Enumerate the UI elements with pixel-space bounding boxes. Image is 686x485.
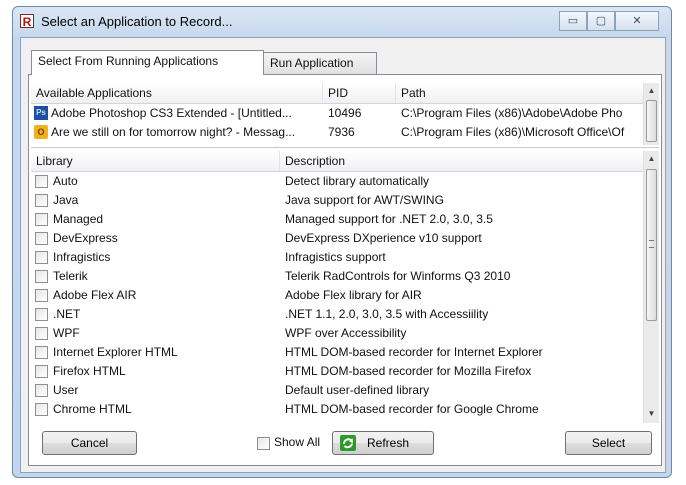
ranorex-app-icon: R xyxy=(20,14,34,29)
application-name: Are we still on for tomorrow night? - Me… xyxy=(51,125,296,139)
library-description: .NET 1.1, 2.0, 3.0, 3.5 with Accessiilit… xyxy=(285,307,489,321)
library-description: Adobe Flex library for AIR xyxy=(285,288,422,302)
close-button[interactable]: ✕ xyxy=(615,11,659,31)
dialog-client-area: Select From Running Applications Run App… xyxy=(20,37,666,473)
select-button[interactable]: Select xyxy=(565,431,652,455)
library-row[interactable]: Infragistics Infragistics support xyxy=(31,248,643,266)
photoshop-icon: Ps xyxy=(34,106,48,120)
library-description: HTML DOM-based recorder for Google Chrom… xyxy=(285,402,539,416)
library-checkbox[interactable] xyxy=(35,365,48,378)
maximize-button[interactable]: ▢ xyxy=(587,11,615,31)
library-checkbox[interactable] xyxy=(35,346,48,359)
show-all-checkbox[interactable] xyxy=(257,437,270,450)
column-header-available-applications[interactable]: Available Applications xyxy=(31,83,323,103)
library-name: Managed xyxy=(53,212,104,226)
application-path: C:\Program Files (x86)\Adobe\Adobe Pho xyxy=(401,106,623,120)
library-name: Internet Explorer HTML xyxy=(53,345,178,359)
library-checkbox[interactable] xyxy=(35,270,48,283)
library-checkbox[interactable] xyxy=(35,403,48,416)
library-checkbox[interactable] xyxy=(35,289,48,302)
scroll-down-arrow-icon[interactable]: ▼ xyxy=(644,406,659,422)
library-description: HTML DOM-based recorder for Internet Exp… xyxy=(285,345,543,359)
library-name: Auto xyxy=(53,174,78,188)
library-row[interactable]: Adobe Flex AIR Adobe Flex library for AI… xyxy=(31,286,643,304)
applications-grid: Available Applications PID Path Ps Adobe… xyxy=(31,83,659,148)
refresh-label: Refresh xyxy=(367,436,410,450)
library-row[interactable]: Internet Explorer HTML HTML DOM-based re… xyxy=(31,343,643,361)
running-applications-panel: Available Applications PID Path Ps Adobe… xyxy=(28,74,662,466)
application-pid: 7936 xyxy=(328,125,355,139)
application-row[interactable]: O Are we still on for tomorrow night? - … xyxy=(31,123,643,141)
library-checkbox[interactable] xyxy=(35,308,48,321)
title-bar[interactable]: R Select an Application to Record... ▭ ▢… xyxy=(13,7,671,37)
application-name: Adobe Photoshop CS3 Extended - [Untitled… xyxy=(51,106,292,120)
column-header-description[interactable]: Description xyxy=(280,151,643,171)
library-description: Java support for AWT/SWING xyxy=(285,193,444,207)
library-name: DevExpress xyxy=(53,231,118,245)
library-name: Chrome HTML xyxy=(53,402,132,416)
column-header-pid[interactable]: PID xyxy=(323,83,396,103)
library-description: Default user-defined library xyxy=(285,383,430,397)
library-row[interactable]: User Default user-defined library xyxy=(31,381,643,399)
library-description: Detect library automatically xyxy=(285,174,430,188)
library-row[interactable]: Firefox HTML HTML DOM-based recorder for… xyxy=(31,362,643,380)
refresh-icon xyxy=(340,435,356,451)
applications-grid-header: Available Applications PID Path xyxy=(31,83,643,104)
library-grid-header: Library Description xyxy=(31,151,643,172)
library-grid: Library Description Auto Detect library … xyxy=(31,151,659,423)
outlook-icon: O xyxy=(34,125,48,139)
library-description: HTML DOM-based recorder for Mozilla Fire… xyxy=(285,364,532,378)
scroll-up-arrow-icon[interactable]: ▲ xyxy=(644,151,659,167)
show-all-label: Show All xyxy=(274,435,321,449)
library-description: Telerik RadControls for Winforms Q3 2010 xyxy=(285,269,511,283)
application-path: C:\Program Files (x86)\Microsoft Office\… xyxy=(401,125,625,139)
library-checkbox[interactable] xyxy=(35,194,48,207)
library-checkbox[interactable] xyxy=(35,232,48,245)
refresh-button[interactable]: Refresh xyxy=(332,431,434,455)
library-checkbox[interactable] xyxy=(35,213,48,226)
tab-run-application[interactable]: Run Application xyxy=(263,52,377,74)
cancel-button[interactable]: Cancel xyxy=(42,431,137,455)
library-description: Infragistics support xyxy=(285,250,386,264)
library-row[interactable]: Managed Managed support for .NET 2.0, 3.… xyxy=(31,210,643,228)
library-name: Java xyxy=(53,193,79,207)
library-row[interactable]: Chrome HTML HTML DOM-based recorder for … xyxy=(31,400,643,418)
tab-running-applications[interactable]: Select From Running Applications xyxy=(31,50,264,75)
scroll-up-arrow-icon[interactable]: ▲ xyxy=(644,83,659,99)
library-name: .NET xyxy=(53,307,81,321)
library-checkbox[interactable] xyxy=(35,251,48,264)
grip-icon xyxy=(649,240,654,248)
library-row[interactable]: .NET .NET 1.1, 2.0, 3.0, 3.5 with Access… xyxy=(31,305,643,323)
library-row[interactable]: DevExpress DevExpress DXperience v10 sup… xyxy=(31,229,643,247)
library-row[interactable]: Java Java support for AWT/SWING xyxy=(31,191,643,209)
library-scrollbar[interactable]: ▲ ▼ xyxy=(643,151,659,423)
library-row[interactable]: Auto Detect library automatically xyxy=(31,172,643,190)
library-name: User xyxy=(53,383,79,397)
library-description: DevExpress DXperience v10 support xyxy=(285,231,482,245)
library-name: Telerik xyxy=(53,269,88,283)
library-name: Adobe Flex AIR xyxy=(53,288,137,302)
window-title: Select an Application to Record... xyxy=(41,14,233,29)
library-name: Firefox HTML xyxy=(53,364,126,378)
column-header-path[interactable]: Path xyxy=(396,83,643,103)
record-dialog-window: R Select an Application to Record... ▭ ▢… xyxy=(12,6,672,478)
application-row[interactable]: Ps Adobe Photoshop CS3 Extended - [Untit… xyxy=(31,104,643,122)
minimize-button[interactable]: ▭ xyxy=(559,11,587,31)
applications-scrollbar[interactable]: ▲ xyxy=(643,83,659,145)
scrollbar-thumb[interactable] xyxy=(646,169,657,321)
application-pid: 10496 xyxy=(328,106,362,120)
column-header-library[interactable]: Library xyxy=(31,151,280,171)
library-name: Infragistics xyxy=(53,250,111,264)
library-checkbox[interactable] xyxy=(35,327,48,340)
library-row[interactable]: Telerik Telerik RadControls for Winforms… xyxy=(31,267,643,285)
library-description: WPF over Accessibility xyxy=(285,326,407,340)
library-name: WPF xyxy=(53,326,80,340)
library-checkbox[interactable] xyxy=(35,175,48,188)
library-description: Managed support for .NET 2.0, 3.0, 3.5 xyxy=(285,212,493,226)
library-checkbox[interactable] xyxy=(35,384,48,397)
library-row[interactable]: WPF WPF over Accessibility xyxy=(31,324,643,342)
scrollbar-thumb[interactable] xyxy=(646,100,657,142)
